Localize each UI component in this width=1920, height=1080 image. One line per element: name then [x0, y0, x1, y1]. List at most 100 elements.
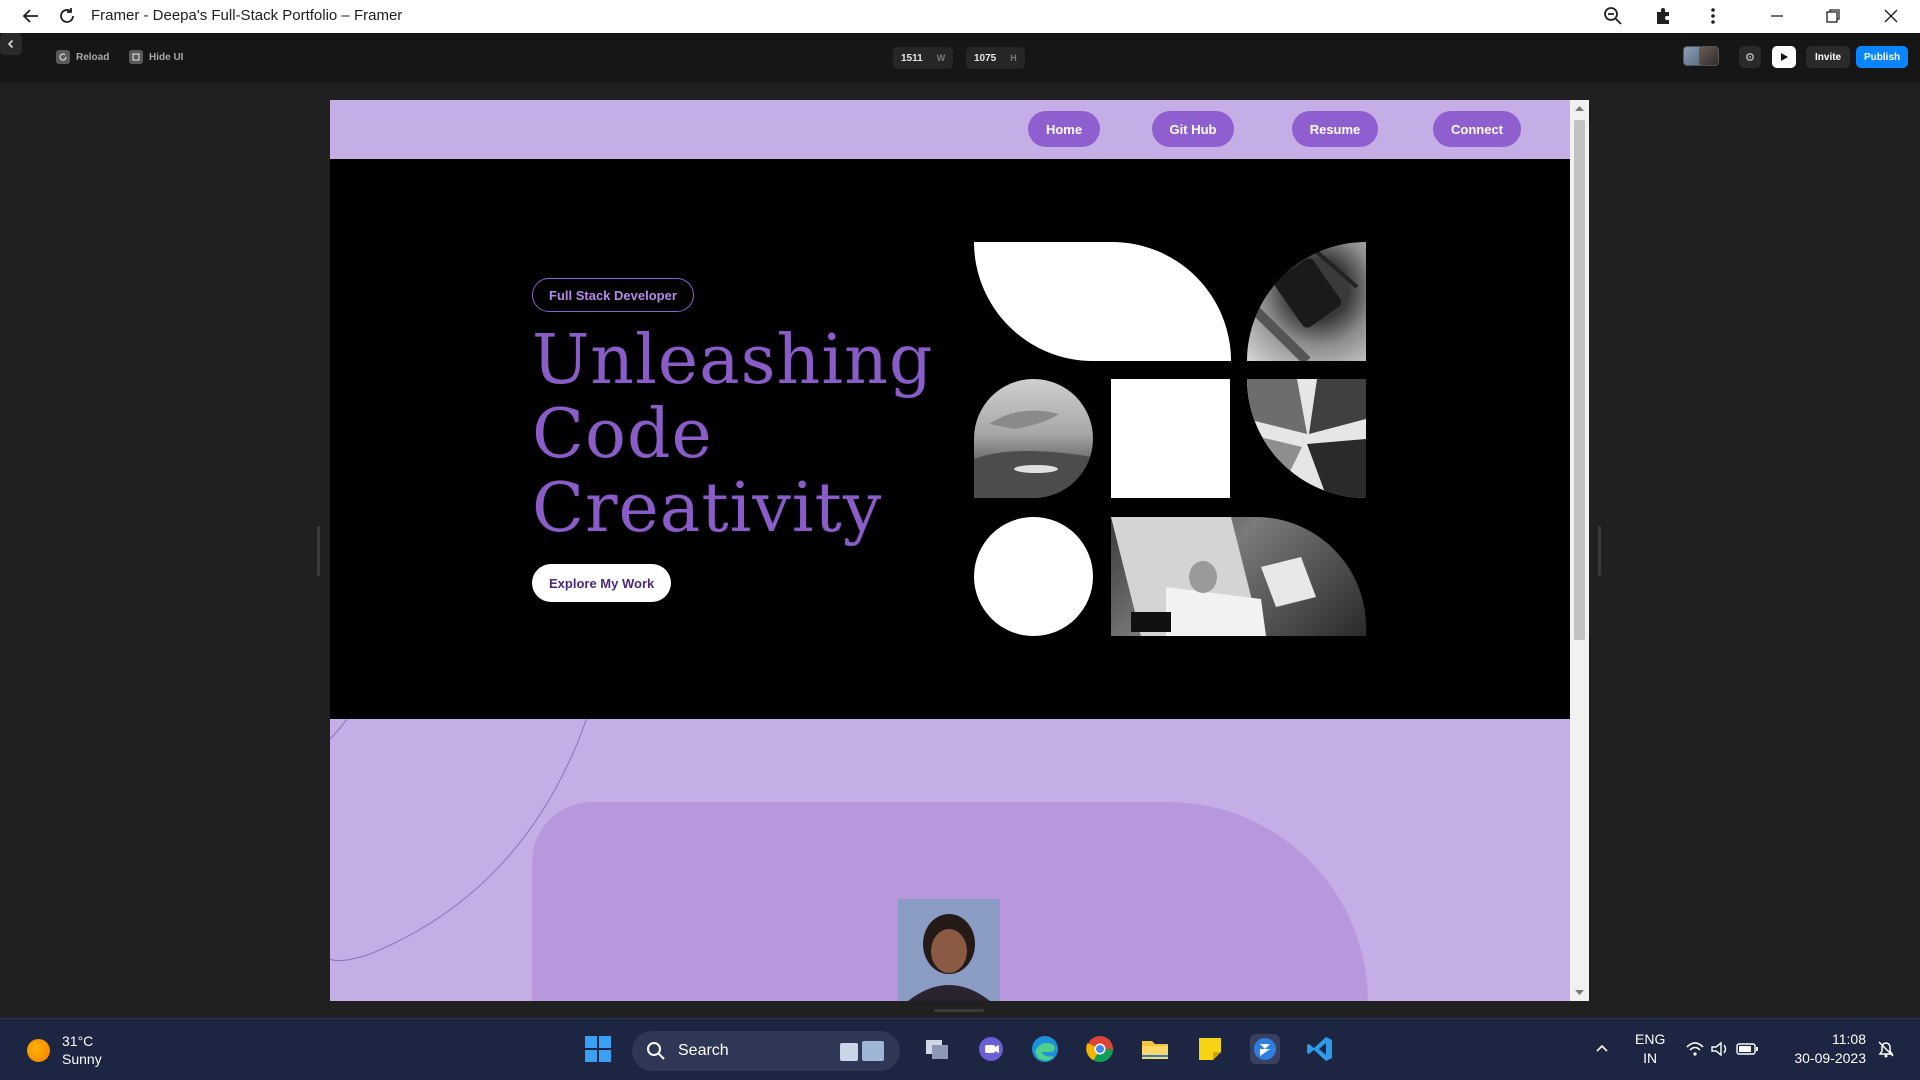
- zoom-icon[interactable]: [1601, 4, 1625, 28]
- desk-photo: [1111, 517, 1366, 636]
- clock[interactable]: 11:08 30-09-2023: [1784, 1030, 1866, 1068]
- task-view-icon: [926, 1040, 948, 1059]
- weather-condition: Sunny: [62, 1051, 102, 1067]
- language-indicator[interactable]: ENG IN: [1635, 1030, 1665, 1068]
- height-unit: H: [1010, 53, 1017, 63]
- nav-github[interactable]: Git Hub: [1152, 111, 1234, 147]
- framer-app-icon: [1254, 1038, 1276, 1060]
- reload-button[interactable]: Reload: [56, 50, 109, 64]
- headline-line-2: Code: [532, 395, 713, 474]
- scroll-up-icon[interactable]: [1570, 102, 1589, 116]
- teams-chat-button[interactable]: [976, 1034, 1006, 1064]
- window-title-bar: Framer - Deepa's Full-Stack Portfolio – …: [0, 0, 1920, 33]
- close-icon[interactable]: [1879, 4, 1903, 28]
- restore-icon[interactable]: [1821, 4, 1845, 28]
- avatar[interactable]: [1699, 46, 1719, 66]
- task-view-button[interactable]: [922, 1034, 952, 1064]
- height-value: 1075: [974, 52, 997, 64]
- edge-icon: [1032, 1036, 1058, 1062]
- language-primary: ENG: [1635, 1031, 1666, 1047]
- show-hidden-icons-button[interactable]: [1587, 1034, 1617, 1064]
- laptop-photo: [1247, 242, 1366, 361]
- explore-work-button[interactable]: Explore My Work: [532, 564, 672, 602]
- chevron-left-icon: [7, 39, 14, 49]
- hide-ui-icon: [129, 50, 143, 64]
- headline-line-1: Unleashing: [532, 321, 934, 400]
- wifi-icon: [1686, 1042, 1704, 1056]
- language-secondary: IN: [1643, 1050, 1658, 1066]
- chevron-up-icon: [1596, 1044, 1608, 1052]
- publish-button[interactable]: Publish: [1856, 46, 1909, 68]
- system-tray-controls[interactable]: [1685, 1034, 1761, 1064]
- scroll-thumb[interactable]: [1574, 120, 1585, 640]
- back-arrow-icon[interactable]: [19, 4, 43, 28]
- vscode-icon: [1307, 1037, 1332, 1061]
- reload-label: Reload: [76, 51, 110, 63]
- chrome-browser-button[interactable]: [1085, 1034, 1115, 1064]
- framer-app-button[interactable]: [1250, 1034, 1280, 1064]
- profile-photo: [898, 899, 1000, 1001]
- collapse-button[interactable]: [0, 33, 22, 55]
- sticky-notes-button[interactable]: [1195, 1034, 1225, 1064]
- resize-handle-left[interactable]: [317, 526, 320, 576]
- resize-handle-right[interactable]: [1598, 526, 1601, 576]
- vscode-button[interactable]: [1305, 1034, 1335, 1064]
- window-title: Framer - Deepa's Full-Stack Portfolio – …: [91, 7, 403, 24]
- sticky-notes-icon: [1199, 1038, 1221, 1060]
- file-explorer-button[interactable]: [1140, 1034, 1170, 1064]
- weather-temp: 31°C: [62, 1033, 94, 1049]
- headline-line-3: Creativity: [532, 469, 883, 548]
- portfolio-site-preview: Home Git Hub Resume Connect Full Stack D…: [330, 100, 1570, 1001]
- search-icon: [647, 1042, 665, 1060]
- collaborator-avatars[interactable]: [1683, 46, 1719, 66]
- hide-ui-button[interactable]: Hide UI: [129, 50, 183, 64]
- windows-logo-icon: [585, 1036, 611, 1062]
- invite-button[interactable]: Invite: [1806, 46, 1851, 68]
- settings-button[interactable]: [1739, 46, 1761, 68]
- weather-widget[interactable]: 31°C Sunny: [27, 1032, 102, 1068]
- edge-browser-button[interactable]: [1030, 1034, 1060, 1064]
- height-field[interactable]: 1075 H: [966, 47, 1025, 69]
- clock-date: 30-09-2023: [1794, 1050, 1866, 1066]
- hero-image-grid: [974, 242, 1366, 636]
- search-highlight-icon: [840, 1041, 884, 1061]
- square-shape: [1111, 379, 1230, 498]
- width-unit: W: [936, 53, 946, 63]
- width-value: 1511: [901, 52, 923, 64]
- battery-icon: [1736, 1043, 1758, 1055]
- hero-headline: Unleashing Code Creativity: [532, 324, 933, 546]
- resize-handle-bottom[interactable]: [934, 1009, 984, 1012]
- chrome-icon: [1086, 1036, 1114, 1063]
- reload-icon[interactable]: [55, 4, 79, 28]
- reload-icon: [56, 50, 70, 64]
- search-placeholder: Search: [678, 1042, 729, 1059]
- hide-ui-label: Hide UI: [149, 51, 184, 63]
- gear-icon: [1745, 52, 1755, 62]
- preview-scrollbar[interactable]: [1570, 100, 1589, 1001]
- nav-home[interactable]: Home: [1028, 111, 1100, 147]
- scroll-down-icon[interactable]: [1570, 985, 1589, 999]
- preview-play-button[interactable]: [1772, 46, 1796, 68]
- about-section: [330, 719, 1570, 1001]
- notification-bell-icon: [1878, 1041, 1894, 1058]
- taskbar-search[interactable]: Search: [632, 1031, 900, 1071]
- chat-icon: [979, 1037, 1003, 1061]
- building-photo: [1247, 379, 1366, 498]
- extensions-icon[interactable]: [1651, 4, 1675, 28]
- clock-time: 11:08: [1832, 1031, 1866, 1047]
- minimize-icon[interactable]: [1765, 4, 1789, 28]
- nav-connect[interactable]: Connect: [1433, 111, 1521, 147]
- circle-shape: [974, 517, 1093, 636]
- more-menu-icon[interactable]: [1701, 4, 1725, 28]
- hero-section: Full Stack Developer Unleashing Code Cre…: [330, 159, 1570, 719]
- windows-taskbar: 31°C Sunny Search ENG IN 11:08 30-09-202…: [0, 1018, 1920, 1080]
- folder-icon: [1142, 1041, 1168, 1059]
- start-button[interactable]: [583, 1034, 613, 1064]
- nav-resume[interactable]: Resume: [1292, 111, 1378, 147]
- site-nav: Home Git Hub Resume Connect: [330, 100, 1570, 159]
- notifications-button[interactable]: [1871, 1034, 1901, 1064]
- play-icon: [1781, 53, 1788, 61]
- whale-photo: [974, 379, 1093, 498]
- sun-icon: [27, 1038, 50, 1062]
- width-field[interactable]: 1511 W: [893, 47, 954, 69]
